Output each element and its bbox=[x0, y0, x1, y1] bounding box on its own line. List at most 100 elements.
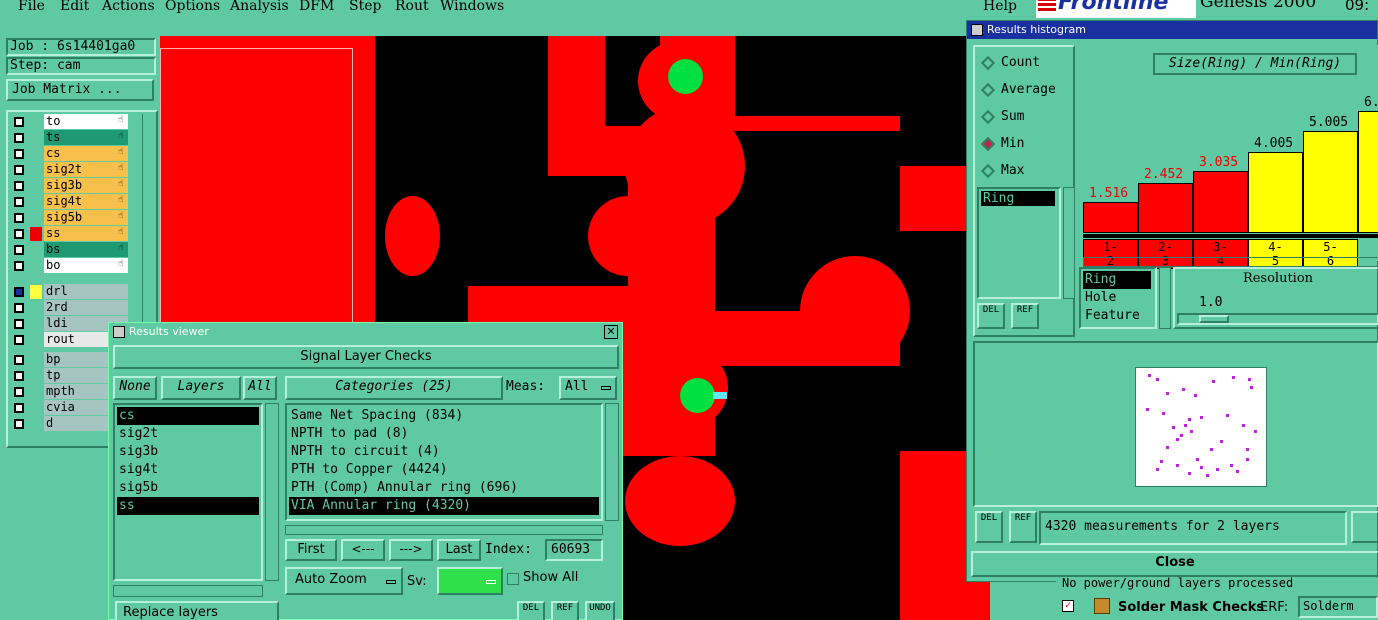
layer-checkbox[interactable] bbox=[14, 165, 24, 175]
layer-name[interactable]: bs bbox=[44, 242, 128, 257]
layer-name[interactable]: cs bbox=[44, 146, 128, 161]
layer-row[interactable]: ts ☝ bbox=[10, 130, 140, 146]
close-icon[interactable]: ✕ bbox=[604, 325, 618, 339]
category-list-item[interactable]: PTH to Copper (4424) bbox=[289, 461, 599, 479]
layer-checkbox[interactable] bbox=[14, 133, 24, 143]
layers-scrollbar-h[interactable] bbox=[113, 585, 263, 597]
resolution-slider[interactable] bbox=[1177, 313, 1378, 325]
field-selector-list[interactable]: Ring Hole Feature bbox=[1079, 267, 1157, 329]
layer-checkbox[interactable] bbox=[14, 419, 24, 429]
del-button[interactable]: DEL bbox=[977, 303, 1005, 329]
slider-handle[interactable] bbox=[1199, 315, 1229, 323]
erf-field[interactable]: Solderm bbox=[1298, 596, 1378, 618]
category-list-item[interactable]: VIA Annular ring (4320) bbox=[289, 497, 599, 515]
next-button[interactable]: ---> bbox=[389, 539, 433, 561]
layer-name[interactable]: ts bbox=[44, 130, 128, 145]
index-input[interactable]: 60693 bbox=[545, 539, 603, 561]
undo-button[interactable]: UNDO bbox=[585, 601, 615, 620]
mode-option-count[interactable]: Count bbox=[979, 55, 1071, 75]
del-button[interactable]: DEL bbox=[517, 601, 545, 620]
layer-checkbox[interactable] bbox=[14, 319, 24, 329]
layer-name[interactable]: drl bbox=[44, 284, 128, 299]
menu-windows[interactable]: Windows bbox=[440, 0, 504, 14]
layer-row[interactable]: bs ☝ bbox=[10, 242, 140, 258]
menu-analysis[interactable]: Analysis bbox=[230, 0, 289, 14]
auto-zoom-dropdown[interactable]: Auto Zoom bbox=[285, 567, 403, 595]
layers-list[interactable]: cs sig2t sig3b sig4t sig5b ss bbox=[113, 403, 263, 581]
show-all-checkbox[interactable] bbox=[507, 573, 519, 585]
field-selector-scrollbar[interactable] bbox=[1159, 267, 1171, 329]
export-icon[interactable] bbox=[1351, 511, 1378, 543]
categories-scrollbar-h[interactable] bbox=[285, 525, 603, 535]
close-button[interactable]: Close bbox=[971, 551, 1378, 577]
layer-list-item[interactable]: sig5b bbox=[117, 479, 259, 497]
layer-row[interactable]: cs ☝ bbox=[10, 146, 140, 162]
layer-checkbox[interactable] bbox=[14, 149, 24, 159]
layer-checkbox[interactable] bbox=[14, 371, 24, 381]
field-selector-item[interactable]: Hole bbox=[1083, 289, 1151, 307]
category-list-item[interactable]: NPTH to circuit (4) bbox=[289, 443, 599, 461]
histogram-bar[interactable] bbox=[1358, 111, 1378, 233]
field-list[interactable]: Ring bbox=[977, 187, 1061, 299]
layer-checkbox[interactable] bbox=[14, 387, 24, 397]
layer-row[interactable]: to ☝ bbox=[10, 114, 140, 130]
chart-scrollbar-h[interactable] bbox=[1083, 257, 1378, 267]
field-selector-item[interactable]: Ring bbox=[1083, 271, 1151, 289]
ref-button[interactable]: REF bbox=[551, 601, 579, 620]
layers-scrollbar-v[interactable] bbox=[265, 403, 279, 581]
field-selector-item[interactable]: Feature bbox=[1083, 307, 1151, 325]
layer-name[interactable]: 2rd bbox=[44, 300, 128, 315]
layer-checkbox[interactable] bbox=[14, 197, 24, 207]
layer-name[interactable]: sig5b bbox=[44, 210, 128, 225]
layer-checkbox[interactable] bbox=[14, 287, 24, 297]
layer-list-item[interactable]: sig2t bbox=[117, 425, 259, 443]
meas-dropdown[interactable]: All bbox=[559, 376, 617, 400]
layer-checkbox[interactable] bbox=[14, 117, 24, 127]
radio-icon[interactable] bbox=[980, 109, 996, 125]
menu-rout[interactable]: Rout bbox=[395, 0, 429, 14]
menu-edit[interactable]: Edit bbox=[60, 0, 89, 14]
radio-icon[interactable] bbox=[980, 82, 996, 98]
menu-actions[interactable]: Actions bbox=[102, 0, 155, 14]
del-button[interactable]: DEL bbox=[975, 511, 1003, 543]
layer-checkbox[interactable] bbox=[14, 403, 24, 413]
histogram-bar[interactable] bbox=[1193, 171, 1248, 233]
field-list-scrollbar[interactable] bbox=[1063, 187, 1075, 299]
radio-icon[interactable] bbox=[980, 55, 996, 71]
layers-button[interactable]: Layers bbox=[161, 376, 241, 400]
replace-layers-dropdown[interactable]: Replace layers bbox=[115, 601, 279, 620]
categories-button[interactable]: Categories (25) bbox=[285, 376, 503, 400]
check-icon[interactable]: ✓ bbox=[1062, 600, 1074, 612]
results-viewer-titlebar[interactable]: Results viewer ✕ bbox=[109, 323, 622, 341]
layer-name[interactable]: to bbox=[44, 114, 128, 129]
last-button[interactable]: Last bbox=[437, 539, 481, 561]
layer-list-item[interactable]: sig3b bbox=[117, 443, 259, 461]
menu-dfm[interactable]: DFM bbox=[299, 0, 334, 14]
menu-file[interactable]: File bbox=[18, 0, 45, 14]
layer-row[interactable]: sig2t ☝ bbox=[10, 162, 140, 178]
radio-icon[interactable] bbox=[980, 163, 996, 179]
category-list-item[interactable]: Same Net Spacing (834) bbox=[289, 407, 599, 425]
layer-name[interactable]: sig2t bbox=[44, 162, 128, 177]
layer-row[interactable]: sig3b ☝ bbox=[10, 178, 140, 194]
layer-checkbox[interactable] bbox=[14, 355, 24, 365]
layer-name[interactable]: bo bbox=[44, 258, 128, 273]
mode-option-min[interactable]: Min bbox=[979, 136, 1071, 156]
layer-name[interactable]: sig4t bbox=[44, 194, 128, 209]
menu-help[interactable]: Help bbox=[983, 0, 1017, 14]
layer-row[interactable]: bo ☝ bbox=[10, 258, 140, 274]
ref-button[interactable]: REF bbox=[1011, 303, 1039, 329]
mode-option-average[interactable]: Average bbox=[979, 82, 1071, 102]
prev-button[interactable]: <--- bbox=[341, 539, 385, 561]
radio-icon[interactable] bbox=[980, 136, 996, 152]
histogram-bar[interactable] bbox=[1248, 152, 1303, 233]
all-layers-button[interactable]: All bbox=[243, 376, 277, 400]
layer-list-item[interactable]: cs bbox=[117, 407, 259, 425]
layer-checkbox[interactable] bbox=[14, 303, 24, 313]
window-menu-icon[interactable] bbox=[113, 326, 125, 338]
categories-scrollbar-v[interactable] bbox=[605, 403, 619, 521]
menu-options[interactable]: Options bbox=[165, 0, 220, 14]
mode-option-max[interactable]: Max bbox=[979, 163, 1071, 183]
histogram-bar[interactable] bbox=[1138, 183, 1193, 233]
sv-color-dropdown[interactable] bbox=[437, 567, 503, 595]
